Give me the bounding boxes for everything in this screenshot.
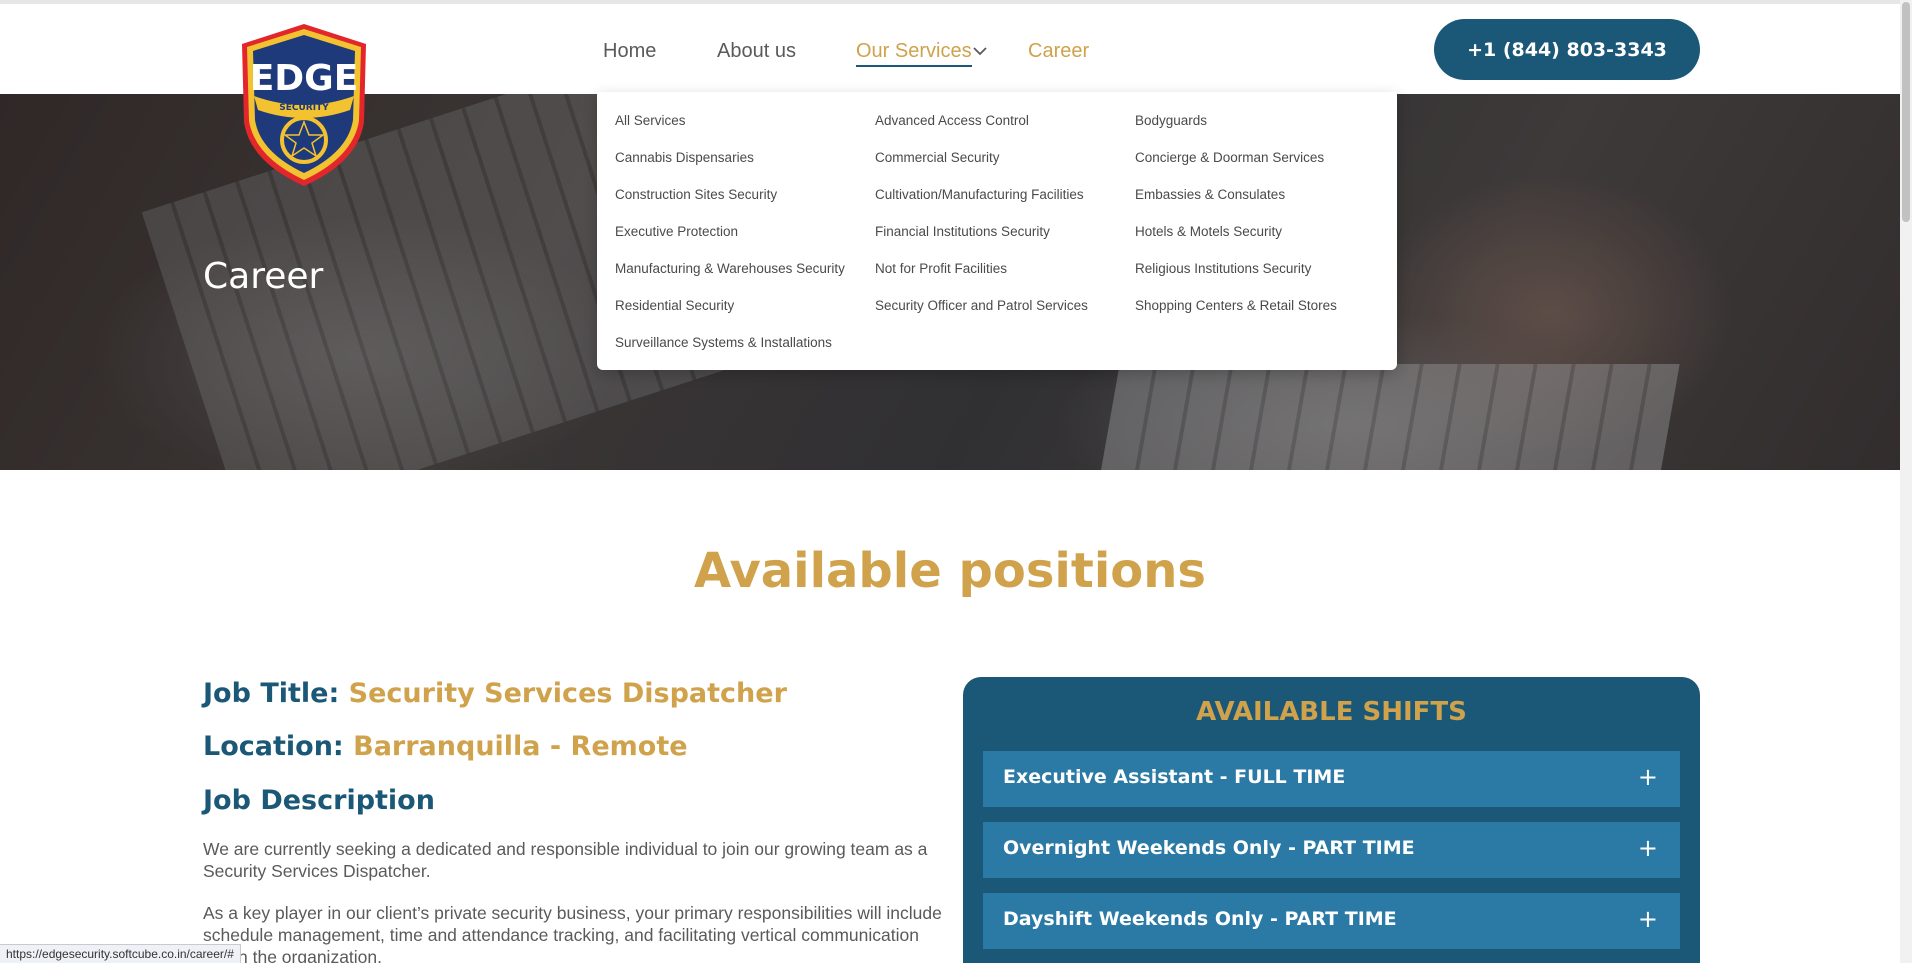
page-scrollbar[interactable] (1900, 0, 1912, 963)
nav-about-link[interactable]: About us (717, 40, 796, 63)
page: Home About us Our Services Career +1 (84… (0, 0, 1912, 963)
menu-item-embassies-consulates[interactable]: Embassies & Consulates (1135, 184, 1337, 221)
menu-item-hotels-motels-security[interactable]: Hotels & Motels Security (1135, 221, 1337, 258)
menu-item-financial-institutions-security[interactable]: Financial Institutions Security (875, 221, 1088, 258)
menu-item-advanced-access-control[interactable]: Advanced Access Control (875, 110, 1088, 147)
menu-item-surveillance-systems[interactable]: Surveillance Systems & Installations (615, 332, 845, 369)
job-description-heading: Job Description (203, 785, 435, 816)
services-menu-column-2: Advanced Access Control Commercial Secur… (875, 110, 1088, 332)
menu-item-executive-protection[interactable]: Executive Protection (615, 221, 845, 258)
edge-security-logo[interactable]: EDGE SECURITY (238, 22, 370, 188)
job-title-label: Job Title: (203, 678, 340, 709)
menu-item-concierge-doorman[interactable]: Concierge & Doorman Services (1135, 147, 1337, 184)
job-location-value: Barranquilla - Remote (353, 731, 688, 762)
available-shifts-panel: AVAILABLE SHIFTS Executive Assistant - F… (963, 677, 1700, 963)
chevron-down-icon[interactable] (971, 42, 989, 60)
menu-item-shopping-centers-retail[interactable]: Shopping Centers & Retail Stores (1135, 295, 1337, 332)
job-title-line: Job Title: Security Services Dispatcher (203, 678, 787, 709)
menu-item-religious-institutions-security[interactable]: Religious Institutions Security (1135, 258, 1337, 295)
plus-icon[interactable]: + (1638, 763, 1658, 791)
nav-home-link[interactable]: Home (603, 40, 656, 63)
phone-call-button[interactable]: +1 (844) 803-3343 (1434, 19, 1700, 80)
logo-wordmark: EDGE (250, 58, 359, 99)
job-location-line: Location: Barranquilla - Remote (203, 731, 688, 762)
menu-item-commercial-security[interactable]: Commercial Security (875, 147, 1088, 184)
job-title-value: Security Services Dispatcher (348, 678, 787, 709)
shift-accordion-overnight-weekends[interactable]: Overnight Weekends Only - PART TIME + (983, 822, 1680, 878)
plus-icon[interactable]: + (1638, 905, 1658, 933)
shift-accordion-executive-assistant[interactable]: Executive Assistant - FULL TIME + (983, 751, 1680, 807)
services-dropdown-menu: All Services Cannabis Dispensaries Const… (597, 92, 1397, 370)
menu-item-construction-sites-security[interactable]: Construction Sites Security (615, 184, 845, 221)
menu-item-security-officer-patrol[interactable]: Security Officer and Patrol Services (875, 295, 1088, 332)
menu-item-cannabis-dispensaries[interactable]: Cannabis Dispensaries (615, 147, 845, 184)
shift-label: Dayshift Weekends Only - PART TIME (1003, 908, 1397, 930)
plus-icon[interactable]: + (1638, 834, 1658, 862)
hero-title: Career (203, 256, 324, 297)
shifts-title: AVAILABLE SHIFTS (1196, 697, 1467, 727)
shift-label: Overnight Weekends Only - PART TIME (1003, 837, 1415, 859)
services-menu-column-3: Bodyguards Concierge & Doorman Services … (1135, 110, 1337, 332)
menu-item-not-for-profit-facilities[interactable]: Not for Profit Facilities (875, 258, 1088, 295)
nav-services-link[interactable]: Our Services (856, 40, 972, 67)
job-location-label: Location: (203, 731, 344, 762)
job-description-paragraph-2: As a key player in our client’s private … (203, 903, 942, 963)
menu-item-cultivation-manufacturing[interactable]: Cultivation/Manufacturing Facilities (875, 184, 1088, 221)
shift-label: Executive Assistant - FULL TIME (1003, 766, 1346, 788)
logo-subtext: SECURITY (279, 103, 329, 113)
menu-item-residential-security[interactable]: Residential Security (615, 295, 845, 332)
shift-accordion-dayshift-weekends[interactable]: Dayshift Weekends Only - PART TIME + (983, 893, 1680, 949)
status-bar-url: https://edgesecurity.softcube.co.in/care… (0, 944, 241, 963)
menu-item-bodyguards[interactable]: Bodyguards (1135, 110, 1337, 147)
menu-item-all-services[interactable]: All Services (615, 110, 845, 147)
nav-career-link[interactable]: Career (1028, 40, 1089, 63)
section-title: Available positions (694, 543, 1206, 599)
services-menu-column-1: All Services Cannabis Dispensaries Const… (615, 110, 845, 369)
scrollbar-thumb[interactable] (1902, 2, 1910, 222)
menu-item-manufacturing-warehouses-security[interactable]: Manufacturing & Warehouses Security (615, 258, 845, 295)
job-description-paragraph-1: We are currently seeking a dedicated and… (203, 839, 928, 881)
